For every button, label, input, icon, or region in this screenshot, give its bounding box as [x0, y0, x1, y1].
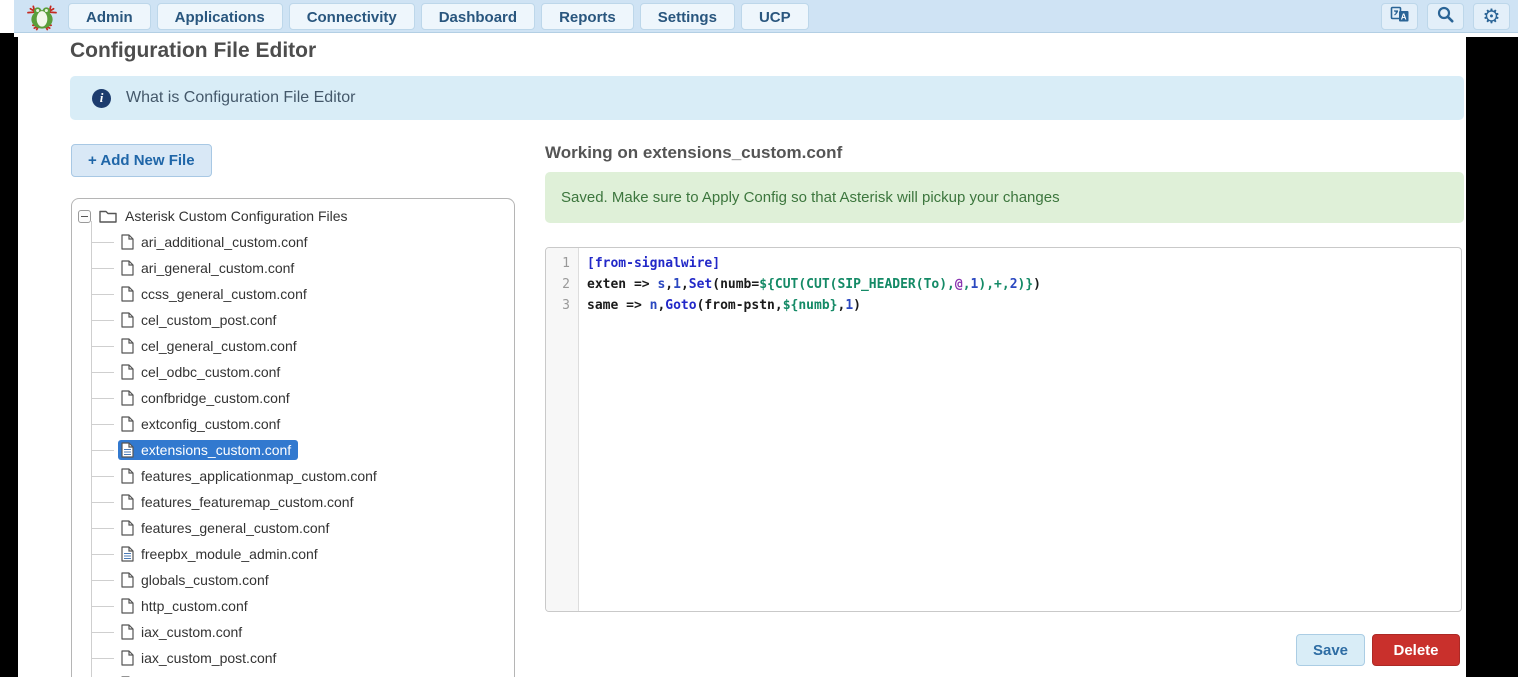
file-name: features_featuremap_custom.conf — [141, 494, 353, 510]
file-icon — [121, 598, 134, 614]
file-icon — [121, 286, 134, 302]
tree-file-ari_general_custom.conf[interactable]: ari_general_custom.conf — [72, 255, 514, 281]
file-icon — [121, 468, 134, 484]
file-name: features_general_custom.conf — [141, 520, 329, 536]
add-new-file-button[interactable]: + Add New File — [71, 144, 212, 177]
translate-icon: A — [1390, 6, 1410, 28]
freepbx-frog-logo[interactable] — [26, 2, 58, 31]
tree-file-http_custom.conf[interactable]: http_custom.conf — [72, 593, 514, 619]
file-icon — [121, 390, 134, 406]
nav-tab-reports[interactable]: Reports — [541, 3, 634, 30]
tree-file-features_applicationmap_custom.conf[interactable]: features_applicationmap_custom.conf — [72, 463, 514, 489]
code-line: same => n,Goto(from-pstn,${numb},1) — [587, 298, 1457, 319]
collapse-icon[interactable] — [78, 210, 91, 223]
tree-file-cel_general_custom.conf[interactable]: cel_general_custom.conf — [72, 333, 514, 359]
save-button[interactable]: Save — [1296, 634, 1365, 666]
saved-alert: Saved. Make sure to Apply Config so that… — [545, 172, 1464, 223]
editor-gutter: 123 — [546, 248, 579, 611]
file-name: cel_custom_post.conf — [141, 312, 276, 328]
code-editor[interactable]: 123 [from-signalwire]exten => s,1,Set(nu… — [545, 247, 1462, 612]
tree-file-features_general_custom.conf[interactable]: features_general_custom.conf — [72, 515, 514, 541]
tree-file-ari_additional_custom.conf[interactable]: ari_additional_custom.conf — [72, 229, 514, 255]
file-icon — [121, 650, 134, 666]
nav-tab-admin[interactable]: Admin — [68, 3, 151, 30]
tree-root[interactable]: Asterisk Custom Configuration Files — [72, 203, 514, 229]
tree-root-label: Asterisk Custom Configuration Files — [125, 208, 348, 224]
tree-file-cel_odbc_custom.conf[interactable]: cel_odbc_custom.conf — [72, 359, 514, 385]
file-name: cel_general_custom.conf — [141, 338, 297, 354]
search-button[interactable] — [1427, 3, 1464, 30]
line-number: 1 — [546, 256, 578, 277]
page-title: Configuration File Editor — [70, 39, 316, 63]
top-navbar: AdminApplicationsConnectivityDashboardRe… — [14, 0, 1518, 33]
file-name: iax_custom.conf — [141, 624, 242, 640]
tree-file-partial[interactable] — [72, 671, 514, 677]
tree-file-cel_custom_post.conf[interactable]: cel_custom_post.conf — [72, 307, 514, 333]
file-tree-panel: Asterisk Custom Configuration Files ari_… — [71, 198, 515, 677]
tree-file-globals_custom.conf[interactable]: globals_custom.conf — [72, 567, 514, 593]
file-name: globals_custom.conf — [141, 572, 269, 588]
tree-file-ccss_general_custom.conf[interactable]: ccss_general_custom.conf — [72, 281, 514, 307]
delete-button[interactable]: Delete — [1372, 634, 1460, 666]
file-name: ari_general_custom.conf — [141, 260, 294, 276]
file-name: features_applicationmap_custom.conf — [141, 468, 377, 484]
nav-tab-dashboard[interactable]: Dashboard — [421, 3, 535, 30]
line-number: 2 — [546, 277, 578, 298]
tree-file-extconfig_custom.conf[interactable]: extconfig_custom.conf — [72, 411, 514, 437]
nav-icon-buttons: A ⚙ — [1381, 3, 1510, 30]
editor-code[interactable]: [from-signalwire]exten => s,1,Set(numb=$… — [587, 256, 1457, 319]
file-icon — [121, 494, 134, 510]
nav-tab-applications[interactable]: Applications — [157, 3, 283, 30]
file-lines-icon — [121, 546, 134, 562]
file-tree-list: ari_additional_custom.conf ari_general_cu… — [72, 229, 514, 677]
file-icon — [121, 234, 134, 250]
file-name: extensions_custom.conf — [141, 442, 291, 458]
tree-file-iax_custom_post.conf[interactable]: iax_custom_post.conf — [72, 645, 514, 671]
nav-tab-settings[interactable]: Settings — [640, 3, 735, 30]
tree-file-confbridge_custom.conf[interactable]: confbridge_custom.conf — [72, 385, 514, 411]
info-icon — [92, 89, 111, 108]
file-icon — [121, 416, 134, 432]
file-name: extconfig_custom.conf — [141, 416, 280, 432]
file-icon — [121, 364, 134, 380]
code-line: exten => s,1,Set(numb=${CUT(CUT(SIP_HEAD… — [587, 277, 1457, 298]
settings-button[interactable]: ⚙ — [1473, 3, 1510, 30]
file-icon — [121, 338, 134, 354]
letterbox-corner — [0, 0, 14, 33]
file-name: iax_custom_post.conf — [141, 650, 276, 666]
nav-tabs: AdminApplicationsConnectivityDashboardRe… — [68, 3, 809, 30]
info-banner[interactable]: What is Configuration File Editor — [70, 76, 1464, 120]
line-number: 3 — [546, 298, 578, 319]
saved-alert-text: Saved. Make sure to Apply Config so that… — [561, 189, 1060, 206]
file-lines-icon — [121, 442, 134, 458]
working-on-heading: Working on extensions_custom.conf — [545, 143, 842, 163]
file-icon — [121, 572, 134, 588]
search-icon — [1437, 6, 1454, 28]
file-icon — [121, 520, 134, 536]
file-name: http_custom.conf — [141, 598, 248, 614]
file-icon — [121, 624, 134, 640]
gear-icon: ⚙ — [1483, 7, 1501, 27]
svg-text:A: A — [1400, 12, 1406, 21]
tree-file-iax_custom.conf[interactable]: iax_custom.conf — [72, 619, 514, 645]
file-name: ccss_general_custom.conf — [141, 286, 307, 302]
translate-button[interactable]: A — [1381, 3, 1418, 30]
file-icon — [121, 312, 134, 328]
file-icon — [121, 260, 134, 276]
file-name: confbridge_custom.conf — [141, 390, 290, 406]
tree-file-features_featuremap_custom.conf[interactable]: features_featuremap_custom.conf — [72, 489, 514, 515]
code-line: [from-signalwire] — [587, 256, 1457, 277]
tree-file-extensions_custom.conf[interactable]: extensions_custom.conf — [72, 437, 514, 463]
nav-tab-ucp[interactable]: UCP — [741, 3, 809, 30]
file-name: freepbx_module_admin.conf — [141, 546, 318, 562]
file-name: cel_odbc_custom.conf — [141, 364, 280, 380]
info-banner-text: What is Configuration File Editor — [126, 89, 355, 107]
nav-tab-connectivity[interactable]: Connectivity — [289, 3, 415, 30]
folder-icon — [99, 209, 117, 223]
file-name: ari_additional_custom.conf — [141, 234, 308, 250]
tree-file-freepbx_module_admin.conf[interactable]: freepbx_module_admin.conf — [72, 541, 514, 567]
